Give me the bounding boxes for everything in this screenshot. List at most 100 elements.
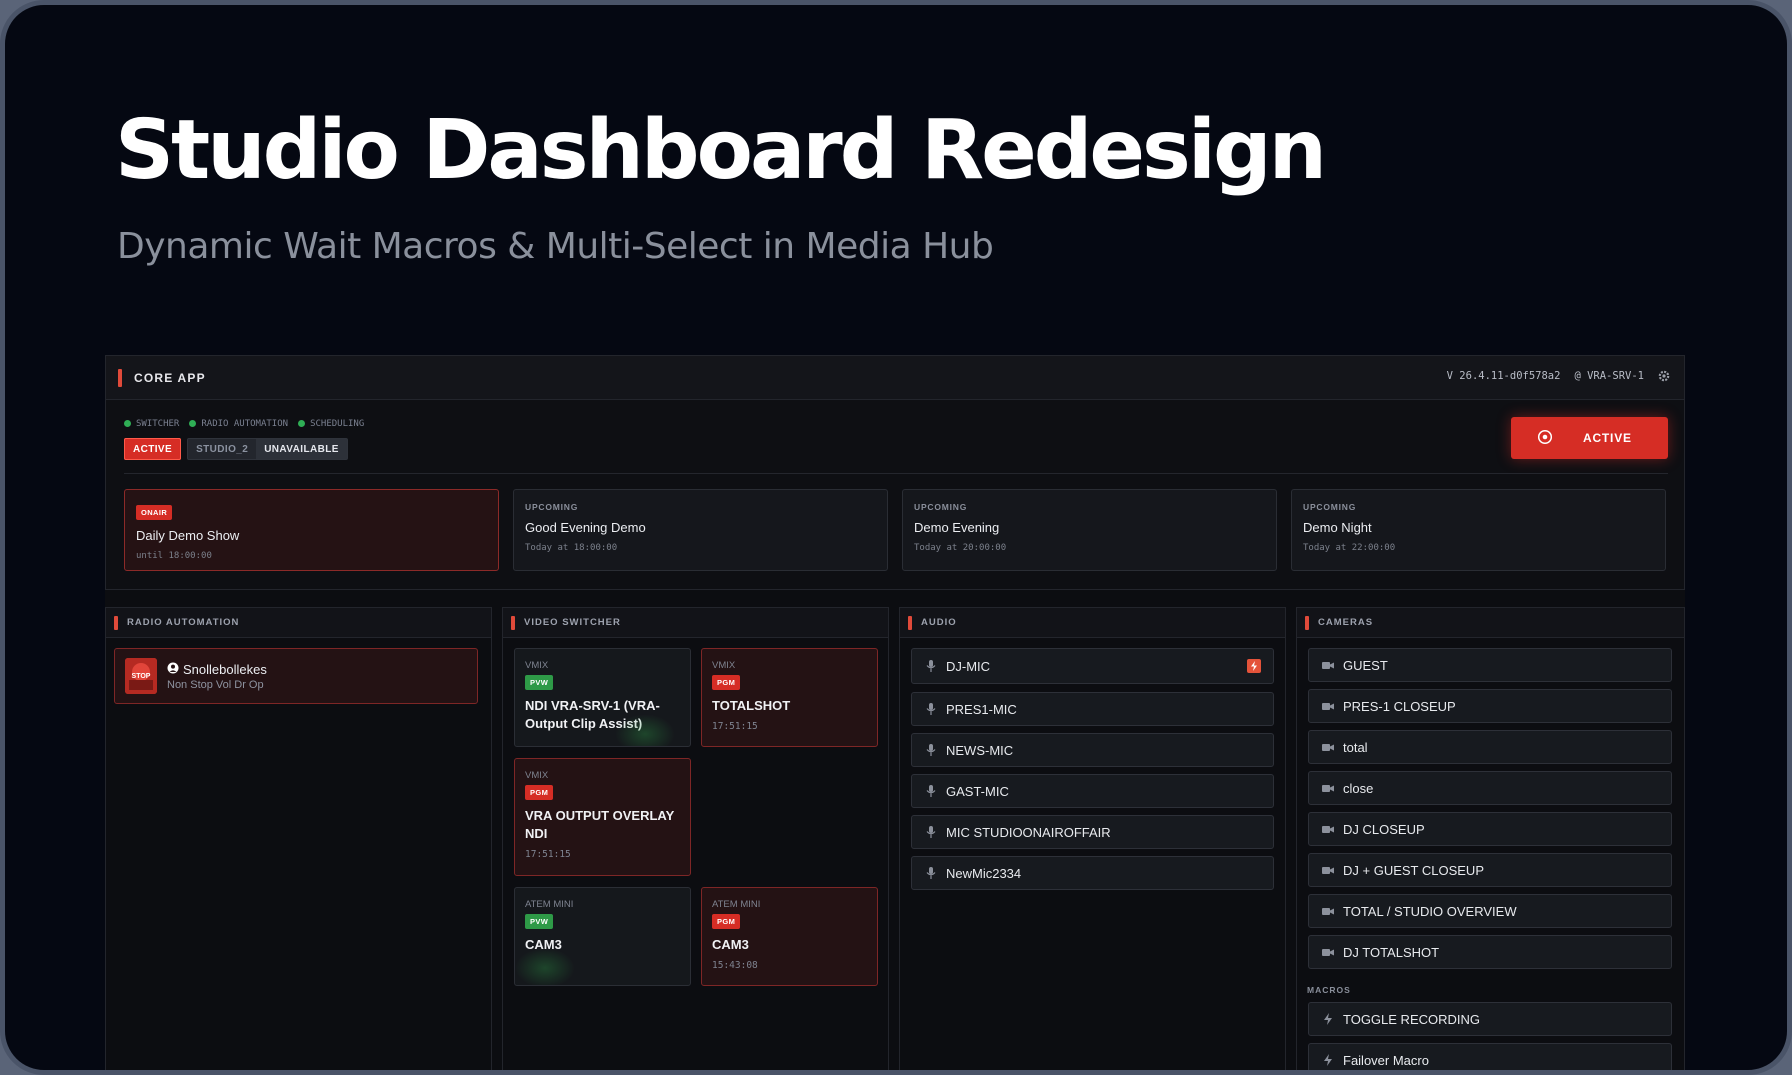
audio-channel[interactable]: GAST-MIC (911, 774, 1274, 808)
switcher-source-card[interactable]: ATEM MINI PVW CAM3 (514, 887, 691, 986)
status-dot-icon (124, 420, 131, 427)
show-time: Today at 20:00:00 (914, 543, 1007, 553)
preview-glow (515, 948, 575, 985)
camera-preset[interactable]: DJ TOTALSHOT (1308, 935, 1672, 969)
audio-channel-label: MIC STUDIOONAIROFFAIR (946, 824, 1111, 840)
video-camera-icon (1321, 945, 1335, 959)
switcher-source-card[interactable]: VMIX PGM VRA OUTPUT OVERLAY NDI 17:51:15 (514, 758, 691, 876)
panel-header: AUDIO (900, 608, 1285, 638)
show-card[interactable]: ONAIR Daily Demo Show until 18:00:00 (124, 489, 499, 571)
show-name: Demo Evening (914, 520, 1000, 535)
panel-title: VIDEO SWITCHER (524, 617, 621, 628)
show-card[interactable]: UPCOMING Demo Night Today at 22:00:00 (1291, 489, 1666, 571)
pgm-badge: PGM (712, 675, 741, 690)
camera-preset-label: GUEST (1343, 657, 1388, 673)
source-type: VMIX (525, 660, 549, 671)
studio-2-chip[interactable]: STUDIO_2 UNAVAILABLE (187, 438, 348, 460)
lightning-icon (1321, 1012, 1335, 1026)
camera-preset-label: DJ CLOSEUP (1343, 821, 1425, 837)
version-label: V 26.4.11-d0f578a2 (1446, 370, 1561, 382)
camera-preset-label: close (1343, 780, 1374, 796)
show-name: Good Evening Demo (525, 520, 646, 535)
microphone-icon (924, 702, 938, 716)
source-type: ATEM MINI (525, 899, 574, 910)
camera-preset-label: PRES-1 CLOSEUP (1343, 698, 1456, 714)
panel-header: RADIO AUTOMATION (106, 608, 491, 638)
audio-channel[interactable]: NewMic2334 (911, 856, 1274, 890)
hero-subtitle: Dynamic Wait Macros & Multi-Select in Me… (117, 226, 994, 267)
video-camera-icon (1321, 781, 1335, 795)
studio-active-chip[interactable]: ACTIVE (124, 438, 182, 460)
source-timestamp: 15:43:08 (712, 960, 758, 971)
track-name: Snollebollekes (183, 661, 267, 677)
status-dot-icon (189, 420, 197, 427)
video-camera-icon (1321, 822, 1335, 836)
audio-channel[interactable]: MIC STUDIOONAIROFFAIR (911, 815, 1274, 849)
camera-preset[interactable]: total (1308, 730, 1672, 764)
studio-control-panel: SWITCHER RADIO AUTOMATION SCHEDULING ACT… (105, 400, 1685, 590)
panel-title: AUDIO (921, 617, 957, 628)
camera-preset[interactable]: PRES-1 CLOSEUP (1308, 689, 1672, 723)
lightning-icon (1321, 1053, 1335, 1067)
track-subtitle: Non Stop Vol Dr Op (167, 678, 264, 691)
divider (124, 473, 1668, 474)
video-camera-icon (1321, 863, 1335, 877)
source-timestamp: 17:51:15 (525, 849, 571, 860)
source-timestamp: 17:51:15 (712, 721, 758, 732)
accent-bar (511, 615, 515, 630)
camera-preset[interactable]: close (1308, 771, 1672, 805)
show-card[interactable]: UPCOMING Demo Evening Today at 20:00:00 (902, 489, 1277, 571)
switcher-source-card[interactable]: VMIX PGM TOTALSHOT 17:51:15 (701, 648, 878, 747)
status-dot-icon (298, 420, 306, 427)
camera-preset-label: DJ + GUEST CLOSEUP (1343, 862, 1484, 878)
panel-title: CAMERAS (1318, 617, 1374, 628)
show-time: Today at 22:00:00 (1303, 543, 1396, 553)
macros-section-label: MACROS (1307, 985, 1351, 995)
upcoming-label: UPCOMING (1303, 502, 1357, 512)
gear-icon[interactable] (1658, 370, 1670, 382)
studio-2-label: STUDIO_2 (196, 443, 249, 455)
show-card[interactable]: UPCOMING Good Evening Demo Today at 18:0… (513, 489, 888, 571)
lightning-icon[interactable] (1247, 659, 1261, 673)
source-type: ATEM MINI (712, 899, 761, 910)
macro-label: Failover Macro (1343, 1052, 1429, 1068)
record-icon (1537, 429, 1553, 448)
pvw-badge: PVW (525, 914, 554, 929)
macro-button[interactable]: Failover Macro (1308, 1043, 1672, 1070)
audio-channel[interactable]: DJ-MIC (911, 648, 1274, 684)
show-name: Demo Night (1303, 520, 1372, 535)
cameras-panel: CAMERAS GUEST PRES-1 CLOSEUP total close… (1296, 607, 1685, 1070)
hero-title: Studio Dashboard Redesign (115, 103, 1327, 198)
radio-now-playing[interactable]: STOP Snollebollekes Non Stop Vol Dr Op (114, 648, 478, 704)
panel-title: RADIO AUTOMATION (127, 617, 240, 628)
microphone-icon (924, 659, 938, 673)
video-camera-icon (1321, 740, 1335, 754)
video-camera-icon (1321, 699, 1335, 713)
onair-badge: ONAIR (136, 505, 173, 520)
camera-preset[interactable]: DJ CLOSEUP (1308, 812, 1672, 846)
audio-channel-label: PRES1-MIC (946, 701, 1017, 717)
app-window: CORE APP V 26.4.11-d0f578a2 @ VRA-SRV-1 … (105, 355, 1685, 1070)
video-switcher-panel: VIDEO SWITCHER VMIX PVW NDI VRA-SRV-1 (V… (502, 607, 889, 1070)
audio-channel[interactable]: NEWS-MIC (911, 733, 1274, 767)
camera-preset-label: DJ TOTALSHOT (1343, 944, 1440, 960)
show-time: Today at 18:00:00 (525, 543, 618, 553)
source-name: VRA OUTPUT OVERLAY NDI (525, 808, 675, 841)
show-schedule: ONAIR Daily Demo Show until 18:00:00 UPC… (124, 489, 1666, 571)
camera-preset-label: TOTAL / STUDIO OVERVIEW (1343, 903, 1517, 919)
microphone-icon (924, 825, 938, 839)
audio-channel[interactable]: PRES1-MIC (911, 692, 1274, 726)
switcher-source-card[interactable]: ATEM MINI PGM CAM3 15:43:08 (701, 887, 878, 986)
camera-preset[interactable]: DJ + GUEST CLOSEUP (1308, 853, 1672, 887)
macro-button[interactable]: TOGGLE RECORDING (1308, 1002, 1672, 1036)
source-name: CAM3 (712, 937, 749, 952)
switcher-source-card[interactable]: VMIX PVW NDI VRA-SRV-1 (VRA-Output Clip … (514, 648, 691, 747)
macro-label: TOGGLE RECORDING (1343, 1011, 1481, 1027)
microphone-icon (924, 784, 938, 798)
service-status-switcher: SWITCHER (124, 419, 179, 429)
camera-preset[interactable]: TOTAL / STUDIO OVERVIEW (1308, 894, 1672, 928)
camera-preset[interactable]: GUEST (1308, 648, 1672, 682)
source-name: TOTALSHOT (712, 698, 791, 713)
service-status-radio: RADIO AUTOMATION (189, 419, 288, 429)
active-toggle-button[interactable]: ACTIVE (1511, 417, 1668, 459)
